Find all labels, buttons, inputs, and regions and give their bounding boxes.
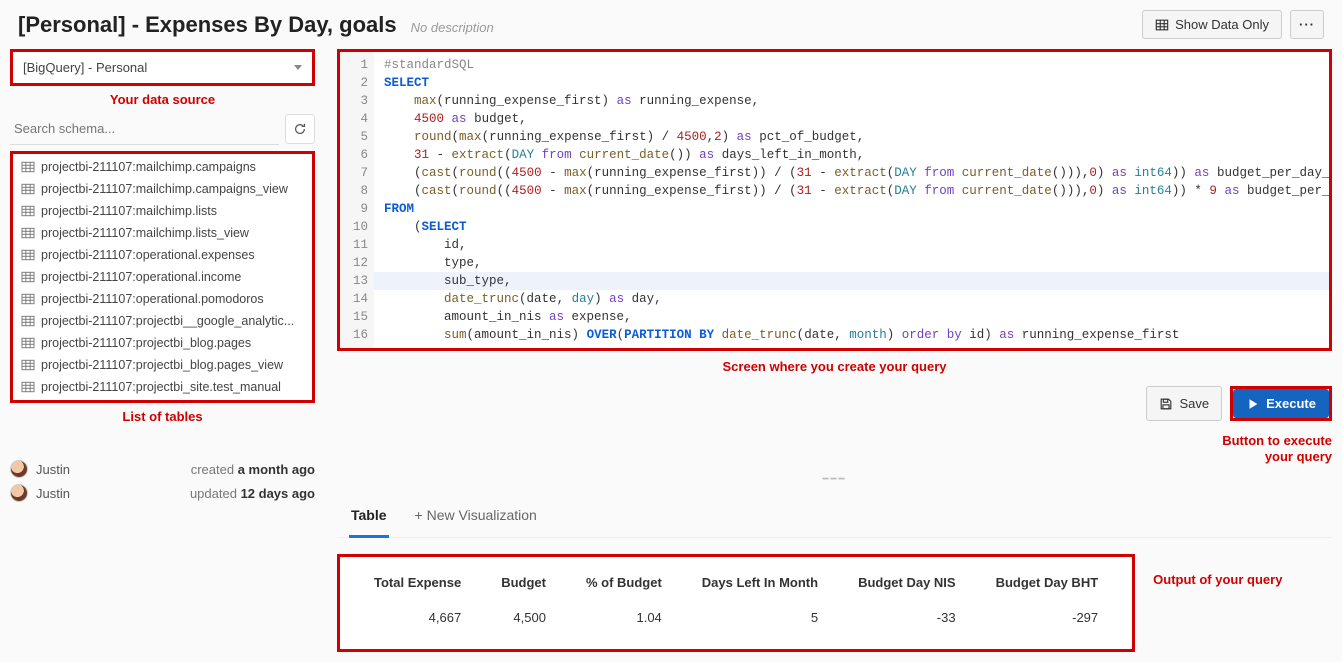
tab-table[interactable]: Table: [349, 497, 389, 538]
execute-button[interactable]: Execute: [1233, 389, 1329, 418]
schema-table-list: projectbi-211107:mailchimp.campaignsproj…: [10, 151, 315, 403]
table-col-header[interactable]: Total Expense: [354, 565, 481, 600]
schema-table-item[interactable]: projectbi-211107:operational.pomodoros: [13, 288, 312, 310]
schema-table-item[interactable]: projectbi-211107:operational.expenses: [13, 244, 312, 266]
table-col-header[interactable]: % of Budget: [566, 565, 682, 600]
annotation-query: Screen where you create your query: [337, 359, 1332, 374]
meta-created: Justin created a month ago: [10, 460, 315, 478]
table-cell: -33: [838, 600, 976, 635]
table-cell: 5: [682, 600, 838, 635]
table-cell: 4,500: [481, 600, 566, 635]
ellipsis-icon: ···: [1299, 17, 1315, 32]
show-data-only-button[interactable]: Show Data Only: [1142, 10, 1282, 39]
table-icon: [1155, 18, 1169, 32]
chevron-down-icon: [294, 65, 302, 70]
page-header: [Personal] - Expenses By Day, goals No d…: [0, 0, 1342, 49]
meta-updated: Justin updated 12 days ago: [10, 484, 315, 502]
tab-new-visualization[interactable]: + New Visualization: [413, 497, 539, 537]
result-table-box: Total ExpenseBudget% of BudgetDays Left …: [337, 554, 1135, 652]
avatar: [10, 460, 28, 478]
schema-table-item[interactable]: projectbi-211107:projectbi_blog.pages: [13, 332, 312, 354]
table-col-header[interactable]: Budget Day BHT: [976, 565, 1119, 600]
page-description: No description: [411, 20, 494, 35]
result-tabs: Table + New Visualization: [337, 497, 1332, 538]
schema-table-item[interactable]: projectbi-211107:mailchimp.campaigns_vie…: [13, 178, 312, 200]
annotation-output: Output of your query: [1153, 554, 1282, 587]
sql-editor[interactable]: 12345678910111213141516 #standardSQLSELE…: [337, 49, 1332, 351]
play-icon: [1246, 397, 1260, 411]
refresh-schema-button[interactable]: [285, 114, 315, 144]
table-col-header[interactable]: Budget Day NIS: [838, 565, 976, 600]
schema-table-item[interactable]: projectbi-211107:projectbi_blog.pages_vi…: [13, 354, 312, 376]
save-button[interactable]: Save: [1146, 386, 1222, 421]
refresh-icon: [293, 122, 307, 136]
table-cell: 1.04: [566, 600, 682, 635]
schema-table-item[interactable]: projectbi-211107:operational.income: [13, 266, 312, 288]
annotation-data-source: Your data source: [10, 92, 315, 107]
save-icon: [1159, 397, 1173, 411]
schema-table-item[interactable]: projectbi-211107:mailchimp.lists: [13, 200, 312, 222]
table-cell: 4,667: [354, 600, 481, 635]
table-cell: -297: [976, 600, 1119, 635]
table-col-header[interactable]: Days Left In Month: [682, 565, 838, 600]
schema-search-input[interactable]: [10, 113, 279, 145]
table-header-row: Total ExpenseBudget% of BudgetDays Left …: [354, 565, 1118, 600]
drag-handle-icon[interactable]: ━━━: [337, 474, 1332, 485]
table-row: 4,6674,5001.045-33-297: [354, 600, 1118, 635]
data-source-select[interactable]: [BigQuery] - Personal: [10, 49, 315, 86]
page-title: [Personal] - Expenses By Day, goals: [18, 12, 397, 38]
schema-table-item[interactable]: projectbi-211107:mailchimp.campaigns: [13, 156, 312, 178]
schema-table-item[interactable]: projectbi-211107:projectbi_site.test_man…: [13, 376, 312, 398]
schema-table-item[interactable]: projectbi-211107:mailchimp.lists_view: [13, 222, 312, 244]
editor-gutter: 12345678910111213141516: [340, 52, 374, 348]
editor-code[interactable]: #standardSQLSELECT max(running_expense_f…: [374, 52, 1329, 348]
table-col-header[interactable]: Budget: [481, 565, 566, 600]
schema-table-item[interactable]: projectbi-211107:projectbi__google_analy…: [13, 310, 312, 332]
avatar: [10, 484, 28, 502]
annotation-execute: Button to executeyour query: [337, 433, 1332, 464]
more-menu-button[interactable]: ···: [1290, 10, 1324, 39]
annotation-tables: List of tables: [10, 409, 315, 424]
